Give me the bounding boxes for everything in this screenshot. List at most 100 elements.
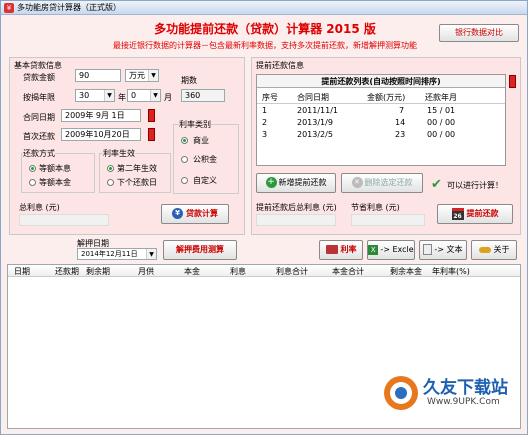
title-bar: ¥ 多功能房贷计算器（正式版）: [1, 1, 527, 15]
rate-commercial-radio[interactable]: [181, 137, 188, 144]
rate-effect-title: 利率生效: [103, 148, 135, 159]
calendar-icon[interactable]: [148, 109, 155, 122]
app-icon: ¥: [4, 3, 14, 13]
chevron-down-icon: ▼: [146, 249, 156, 259]
row-ym[interactable]: 00 / 00: [427, 130, 455, 139]
term-label: 按揭年限: [23, 93, 55, 102]
prepay-list: 提前还款列表(自动按照时间排序) 序号 合同日期 金额(万元) 还款年月 1 2…: [256, 74, 506, 166]
col-principal-total: 本金合计: [332, 267, 364, 276]
total-interest-value: [19, 214, 109, 226]
col-date: 合同日期: [297, 93, 329, 102]
effect-next-year-radio[interactable]: [107, 165, 114, 172]
rate-fund-radio[interactable]: [181, 156, 188, 163]
period-value: 360: [181, 89, 225, 102]
equal-principal-label: 等额本金: [39, 178, 71, 187]
key-icon: [478, 246, 491, 253]
status-text: 可以进行计算！: [447, 181, 503, 190]
delete-prepay-button[interactable]: ✕ 删除选定还款: [341, 173, 423, 193]
export-excel-button[interactable]: X -> Excle: [367, 240, 415, 260]
add-prepay-button[interactable]: + 新增提前还款: [256, 173, 336, 193]
release-date-dropdown[interactable]: ▼: [146, 248, 157, 260]
row-date[interactable]: 2011/11/1: [297, 106, 338, 115]
row-date[interactable]: 2013/1/9: [297, 118, 333, 127]
equal-installment-radio[interactable]: [29, 165, 36, 172]
equal-installment-label: 等额本息: [39, 164, 71, 173]
row-ym[interactable]: 15 / 01: [427, 106, 455, 115]
app-window: ¥ 多功能房贷计算器（正式版） 多功能提前还款（贷款）计算器 2015 版 最接…: [0, 0, 528, 435]
chevron-down-icon: ▼: [148, 70, 158, 81]
text-label: -> 文本: [434, 245, 463, 254]
col-remaining-period: 剩余期: [86, 267, 110, 276]
col-amount: 金额(万元): [367, 93, 406, 102]
row-amount[interactable]: 14: [395, 118, 405, 127]
row-amount[interactable]: 7: [399, 106, 404, 115]
divider: [257, 103, 505, 104]
plus-icon: +: [265, 177, 277, 188]
prepay-calc-label: 提前还款: [466, 209, 499, 218]
bank-compare-button[interactable]: 银行数据对比: [439, 24, 519, 42]
col-principal: 本金: [184, 267, 200, 276]
effect-next-year-label: 第二年生效: [117, 164, 157, 173]
about-button[interactable]: 关于: [471, 240, 517, 260]
export-text-button[interactable]: -> 文本: [419, 240, 467, 260]
first-pay-input[interactable]: 2009年10月20日: [61, 128, 141, 141]
amount-unit-select[interactable]: 万元 ▼: [125, 69, 159, 82]
about-label: 关于: [493, 245, 510, 254]
prepay-section-title: 提前还款信息: [256, 61, 304, 70]
calendar-icon[interactable]: [148, 128, 155, 141]
loan-calc-button[interactable]: ¥ 贷款计算: [161, 204, 229, 224]
excel-icon: X: [368, 244, 379, 255]
repay-method-title: 还款方式: [23, 148, 55, 159]
total-after-value: [256, 214, 336, 226]
years-select[interactable]: 30 ▼: [75, 89, 115, 102]
rate-custom-radio[interactable]: [181, 177, 188, 184]
toolbox-icon: [325, 245, 338, 254]
col-remaining-principal: 剩余本金: [390, 267, 422, 276]
saved-value: [351, 214, 425, 226]
calendar-26-icon: 26: [451, 207, 464, 220]
add-prepay-label: 新增提前还款: [278, 178, 327, 187]
row-date[interactable]: 2013/2/5: [297, 130, 333, 139]
chevron-down-icon: ▼: [104, 90, 114, 101]
total-interest-label: 总利息 (元): [19, 203, 60, 212]
basic-section-title: 基本贷款信息: [14, 61, 62, 70]
contract-date-input[interactable]: 2009年 9月 1日: [61, 109, 141, 122]
years-value: 30: [79, 91, 90, 100]
watermark-text: 久友下载站: [423, 378, 508, 398]
amount-unit-value: 万元: [129, 71, 145, 80]
months-value: 0: [131, 91, 137, 100]
months-select[interactable]: 0 ▼: [127, 89, 161, 102]
checkmark-icon: ✔: [431, 177, 442, 192]
watermark-logo: 久友下载站 Www.9UPK.Com: [381, 369, 526, 419]
col-no: 序号: [262, 93, 278, 102]
years-unit: 年: [118, 93, 126, 102]
loan-calc-label: 贷款计算: [186, 209, 218, 218]
prepay-calc-button[interactable]: 26 提前还款: [437, 204, 513, 224]
delete-prepay-label: 删除选定还款: [364, 178, 413, 187]
row-amount[interactable]: 23: [395, 130, 405, 139]
excel-label: -> Excle: [380, 245, 414, 254]
release-date-input[interactable]: 2014年12月11日: [77, 248, 147, 260]
rate-custom-label: 自定义: [193, 176, 217, 185]
chevron-down-icon: ▼: [150, 90, 160, 101]
row-no[interactable]: 3: [262, 130, 267, 139]
row-no[interactable]: 1: [262, 106, 267, 115]
col-date: 日期: [14, 267, 30, 276]
period-label: 期数: [181, 76, 197, 85]
watermark-url: Www.9UPK.Com: [427, 397, 500, 407]
release-calc-button[interactable]: 解押费用测算: [163, 240, 237, 260]
row-ym[interactable]: 00 / 00: [427, 118, 455, 127]
window-title: 多功能房贷计算器（正式版）: [17, 3, 121, 12]
rate-button[interactable]: 利率: [319, 240, 363, 260]
row-no[interactable]: 2: [262, 118, 267, 127]
amount-input[interactable]: 90: [75, 69, 121, 82]
calc-icon: ¥: [172, 208, 183, 219]
delete-icon: ✕: [351, 177, 363, 188]
rate-type-title: 利率类别: [179, 119, 211, 130]
first-pay-label: 首次还款: [23, 132, 55, 141]
calendar-icon[interactable]: [509, 75, 516, 88]
equal-principal-radio[interactable]: [29, 179, 36, 186]
rate-label: 利率: [340, 245, 357, 254]
col-ym: 还款年月: [425, 93, 457, 102]
effect-next-payment-radio[interactable]: [107, 179, 114, 186]
